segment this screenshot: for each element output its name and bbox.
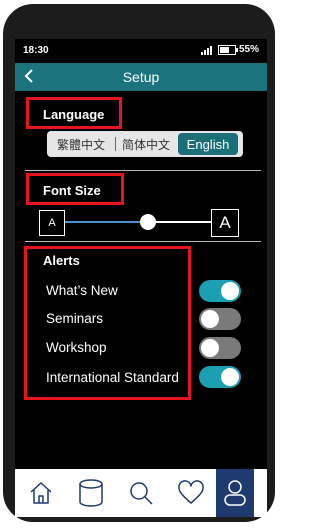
toggle-seminars[interactable] <box>199 308 241 330</box>
language-heading: Language <box>43 107 105 122</box>
heart-icon <box>178 480 204 504</box>
nav-favorites[interactable] <box>166 469 216 517</box>
alert-label-seminars: Seminars <box>46 311 104 326</box>
search-icon <box>130 482 153 505</box>
font-size-slider-track <box>148 221 211 223</box>
divider <box>25 241 261 242</box>
language-option-traditional[interactable]: 繁體中文 <box>47 131 115 157</box>
bottom-nav <box>15 469 267 517</box>
nav-home[interactable] <box>16 469 66 517</box>
signal-icon <box>200 45 212 55</box>
alert-label-workshop: Workshop <box>46 340 107 355</box>
nav-database[interactable] <box>66 469 116 517</box>
font-smaller-button[interactable]: A <box>39 210 65 236</box>
toggle-workshop[interactable] <box>199 337 241 359</box>
alert-label-whats-new: What’s New <box>46 283 118 298</box>
battery-icon <box>217 44 238 55</box>
nav-profile[interactable] <box>216 469 254 517</box>
toggle-knob <box>221 368 239 386</box>
toggle-whats-new[interactable] <box>199 280 241 302</box>
language-option-simplified[interactable]: 简体中文 <box>116 131 176 157</box>
alerts-heading: Alerts <box>43 253 80 268</box>
toggle-knob <box>221 282 239 300</box>
home-icon <box>30 482 52 504</box>
profile-icon <box>224 480 246 506</box>
font-size-heading: Font Size <box>43 183 101 198</box>
battery-percent: 55% <box>238 44 259 55</box>
status-time: 18:30 <box>23 45 49 56</box>
toggle-international-standard[interactable] <box>199 366 241 388</box>
language-option-english[interactable]: English <box>178 133 238 155</box>
language-selector[interactable]: 繁體中文 简体中文 English <box>47 131 243 157</box>
toggle-knob <box>201 339 219 357</box>
font-larger-button[interactable]: A <box>211 209 239 237</box>
nav-search[interactable] <box>116 469 166 517</box>
toggle-knob <box>201 310 219 328</box>
status-bar: 18:30 55% <box>15 39 267 61</box>
font-size-slider-track-filled <box>65 221 148 223</box>
app-header: Setup <box>15 63 267 91</box>
status-right: 55% <box>200 44 259 55</box>
font-size-slider-thumb[interactable] <box>140 214 156 230</box>
divider <box>25 170 261 171</box>
page-title: Setup <box>122 69 160 85</box>
database-icon <box>79 479 103 507</box>
alert-label-international-standard: International Standard <box>46 370 179 385</box>
screen: 18:30 55% Setup Language 繁體中文 简体中文 Engli… <box>15 39 267 517</box>
phone-frame: 18:30 55% Setup Language 繁體中文 简体中文 Engli… <box>3 4 275 522</box>
